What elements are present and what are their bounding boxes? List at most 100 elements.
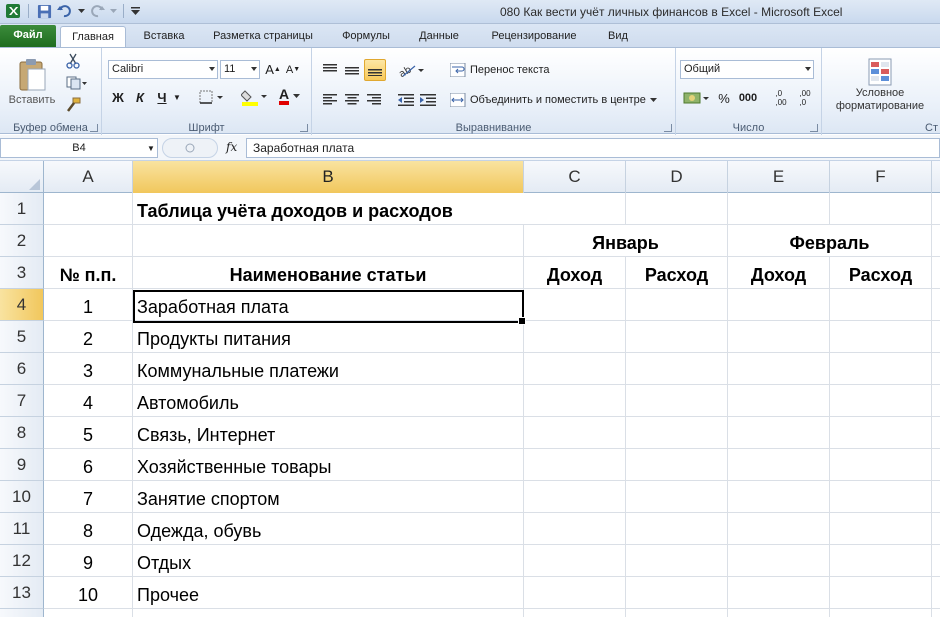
clipboard-launcher-icon[interactable] bbox=[90, 124, 98, 132]
cell[interactable] bbox=[932, 385, 940, 417]
cell[interactable] bbox=[728, 385, 830, 417]
cell[interactable] bbox=[932, 545, 940, 577]
row-header[interactable]: 8 bbox=[0, 417, 44, 449]
row-header[interactable]: 11 bbox=[0, 513, 44, 545]
cell[interactable]: 4 bbox=[44, 385, 133, 417]
increase-indent-button[interactable] bbox=[418, 90, 438, 110]
formula-bar-resize-handle[interactable] bbox=[162, 138, 218, 158]
row-header[interactable]: 9 bbox=[0, 449, 44, 481]
cell[interactable] bbox=[728, 353, 830, 385]
row-header[interactable]: 10 bbox=[0, 481, 44, 513]
bold-button[interactable]: Ж bbox=[110, 88, 126, 106]
cell[interactable] bbox=[830, 577, 932, 609]
undo-icon[interactable] bbox=[56, 2, 74, 20]
cell[interactable] bbox=[626, 385, 728, 417]
cell[interactable] bbox=[44, 609, 133, 617]
decrease-indent-button[interactable] bbox=[396, 90, 416, 110]
cell[interactable] bbox=[830, 449, 932, 481]
column-header-e[interactable]: E bbox=[728, 161, 830, 193]
cell[interactable] bbox=[133, 225, 524, 257]
cell[interactable] bbox=[830, 385, 932, 417]
align-left-button[interactable] bbox=[320, 90, 340, 110]
fill-color-button[interactable] bbox=[240, 88, 270, 106]
cell[interactable]: Доход bbox=[524, 257, 626, 289]
tab-home[interactable]: Главная bbox=[60, 26, 126, 47]
cell[interactable] bbox=[626, 353, 728, 385]
font-name-select[interactable]: Calibri bbox=[108, 60, 218, 79]
cell[interactable] bbox=[728, 417, 830, 449]
cell[interactable]: Одежда, обувь bbox=[133, 513, 524, 545]
cell[interactable] bbox=[830, 417, 932, 449]
underline-dropdown-icon[interactable]: ▼ bbox=[172, 88, 182, 106]
cut-icon[interactable] bbox=[64, 52, 82, 70]
row-header[interactable]: 2 bbox=[0, 225, 44, 257]
cell[interactable] bbox=[626, 193, 728, 225]
select-all-button[interactable] bbox=[0, 161, 44, 193]
cell[interactable] bbox=[44, 225, 133, 257]
cell[interactable] bbox=[932, 257, 940, 289]
cell[interactable] bbox=[524, 353, 626, 385]
cell[interactable] bbox=[524, 577, 626, 609]
cell[interactable]: Январь bbox=[524, 225, 728, 257]
cell[interactable] bbox=[932, 481, 940, 513]
cell[interactable]: Хозяйственные товары bbox=[133, 449, 524, 481]
cell[interactable] bbox=[133, 609, 524, 617]
cell[interactable] bbox=[728, 193, 830, 225]
cell[interactable] bbox=[830, 353, 932, 385]
cell[interactable]: 5 bbox=[44, 417, 133, 449]
font-size-select[interactable]: 11 bbox=[220, 60, 260, 79]
cell[interactable] bbox=[830, 321, 932, 353]
align-center-button[interactable] bbox=[342, 90, 362, 110]
cell[interactable] bbox=[728, 321, 830, 353]
cell[interactable]: Коммунальные платежи bbox=[133, 353, 524, 385]
customize-toolbar-icon[interactable] bbox=[130, 2, 140, 20]
excel-logo-icon[interactable] bbox=[4, 2, 22, 20]
grow-font-button[interactable]: A ▲ bbox=[264, 60, 282, 79]
cell[interactable] bbox=[932, 193, 940, 225]
cell[interactable] bbox=[932, 449, 940, 481]
column-header-f[interactable]: F bbox=[830, 161, 932, 193]
align-top-button[interactable] bbox=[320, 60, 340, 80]
cell[interactable] bbox=[932, 609, 940, 617]
borders-button[interactable] bbox=[198, 88, 226, 106]
cell[interactable]: № п.п. bbox=[44, 257, 133, 289]
percent-format-button[interactable]: % bbox=[716, 88, 732, 108]
cell[interactable]: Связь, Интернет bbox=[133, 417, 524, 449]
cell[interactable] bbox=[932, 513, 940, 545]
cell[interactable]: 7 bbox=[44, 481, 133, 513]
increase-decimal-button[interactable]: ,0 ,00 bbox=[770, 86, 792, 110]
row-header[interactable]: 5 bbox=[0, 321, 44, 353]
tab-file[interactable]: Файл bbox=[0, 25, 56, 47]
undo-dropdown-icon[interactable] bbox=[77, 2, 85, 20]
cell[interactable] bbox=[830, 609, 932, 617]
redo-icon[interactable] bbox=[88, 2, 106, 20]
column-header-b[interactable]: B bbox=[133, 161, 524, 193]
merge-center-button[interactable]: Объединить и поместить в центре bbox=[450, 90, 672, 110]
conditional-formatting-button[interactable]: Условное форматирование bbox=[828, 52, 932, 118]
cell[interactable] bbox=[524, 545, 626, 577]
column-header-d[interactable]: D bbox=[626, 161, 728, 193]
cell[interactable] bbox=[524, 513, 626, 545]
format-painter-icon[interactable] bbox=[64, 96, 82, 114]
wrap-text-button[interactable]: Перенос текста bbox=[450, 60, 580, 80]
sheet-title-cell[interactable]: Таблица учёта доходов и расходов bbox=[133, 193, 524, 225]
font-launcher-icon[interactable] bbox=[300, 124, 308, 132]
cell[interactable] bbox=[524, 193, 626, 225]
cell[interactable]: Автомобиль bbox=[133, 385, 524, 417]
cell[interactable]: Доход bbox=[728, 257, 830, 289]
cell[interactable] bbox=[932, 417, 940, 449]
redo-dropdown-icon[interactable] bbox=[109, 2, 117, 20]
cell[interactable]: 2 bbox=[44, 321, 133, 353]
alignment-launcher-icon[interactable] bbox=[664, 124, 672, 132]
cell[interactable] bbox=[626, 577, 728, 609]
column-header-c[interactable]: C bbox=[524, 161, 626, 193]
cell[interactable]: Наименование статьи bbox=[133, 257, 524, 289]
cell[interactable] bbox=[932, 321, 940, 353]
shrink-font-button[interactable]: A ▼ bbox=[284, 60, 302, 79]
currency-format-button[interactable] bbox=[682, 88, 712, 108]
cell[interactable] bbox=[524, 289, 626, 321]
align-right-button[interactable] bbox=[364, 90, 384, 110]
row-header[interactable]: 4 bbox=[0, 289, 44, 321]
cell[interactable] bbox=[830, 545, 932, 577]
cell[interactable] bbox=[932, 353, 940, 385]
